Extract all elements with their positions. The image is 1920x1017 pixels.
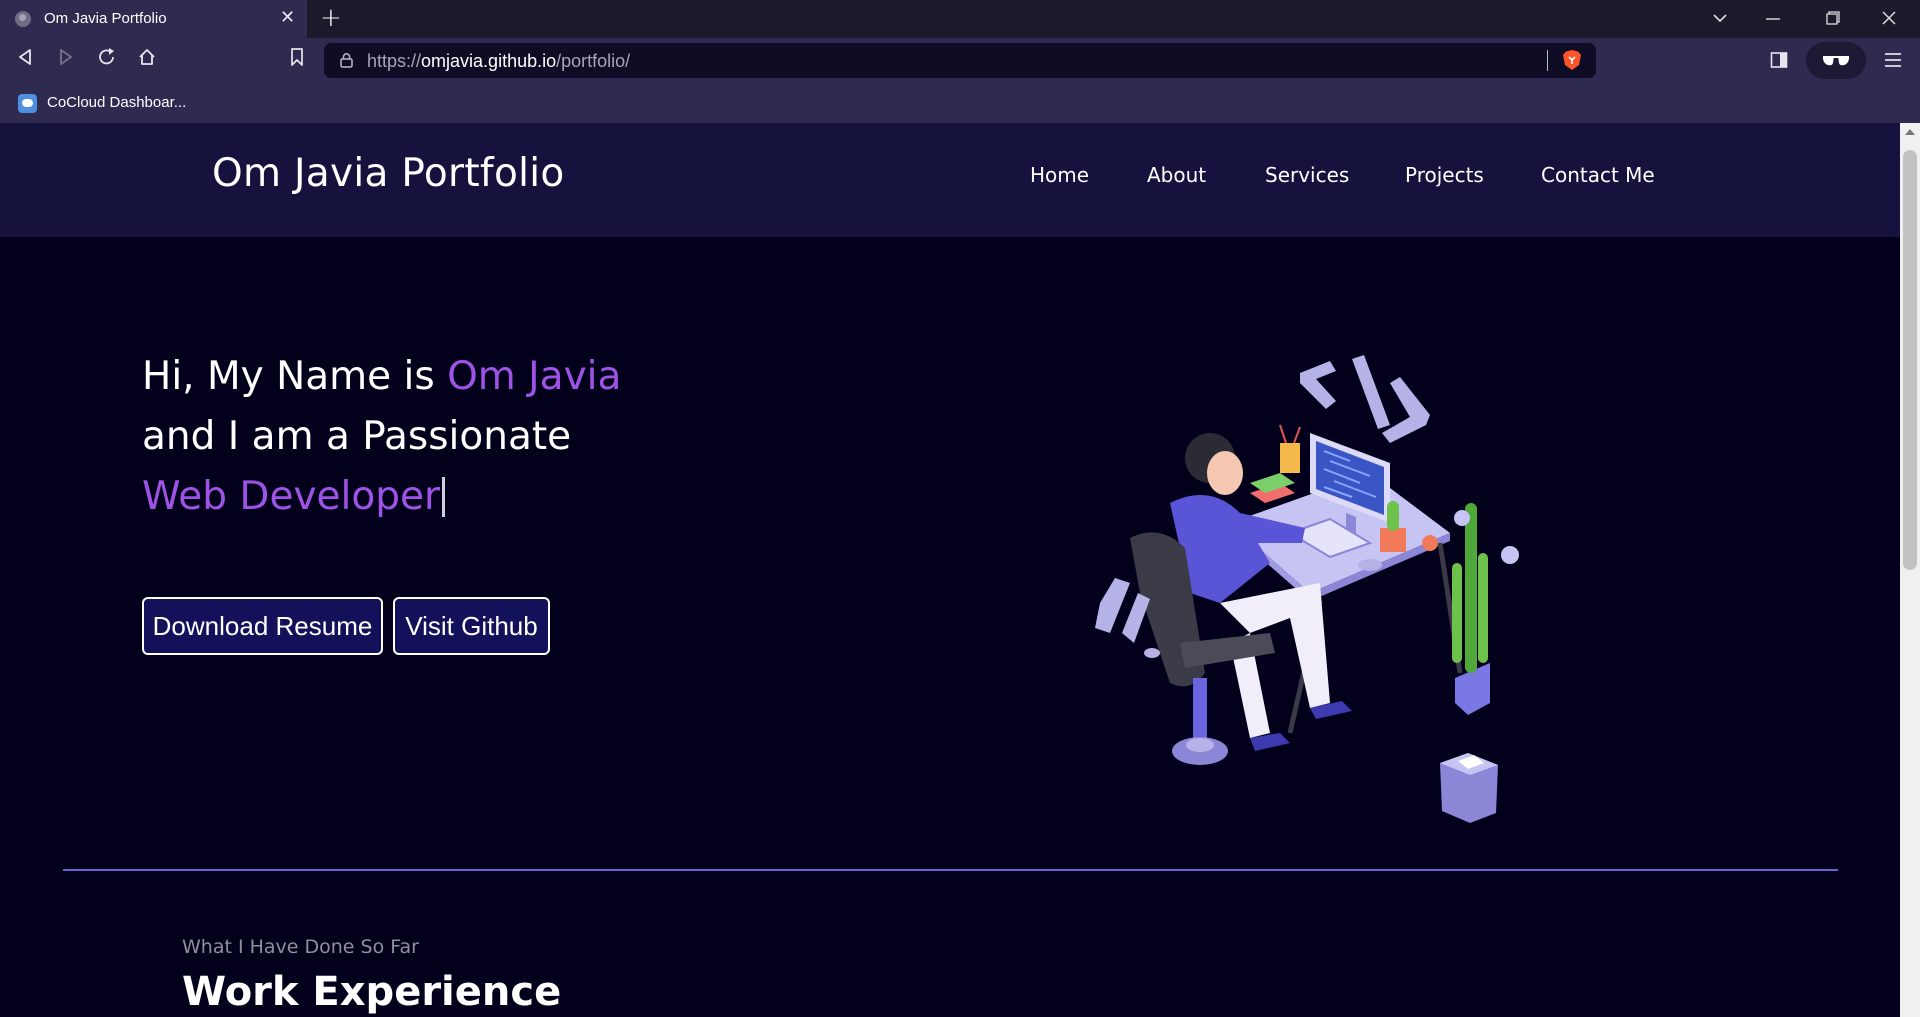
hero-line-2: and I am a Passionate	[142, 414, 572, 459]
experience-subtitle: What I Have Done So Far	[182, 936, 419, 958]
download-resume-button[interactable]: Download Resume	[142, 597, 383, 655]
brave-shields-icon[interactable]	[1562, 49, 1582, 71]
hero-line-1: Hi, My Name is Om Javia	[142, 354, 621, 399]
hero-role: Web Developer	[142, 474, 441, 519]
site-header: Om Javia Portfolio Home About Services P…	[0, 123, 1900, 237]
browser-tab-bar: Om Javia Portfolio ✕ +	[0, 0, 1920, 38]
scroll-up-arrow-icon[interactable]	[1905, 129, 1915, 135]
page-scrollbar[interactable]	[1900, 123, 1920, 1017]
minimize-icon[interactable]	[1766, 18, 1780, 20]
nav-home[interactable]: Home	[1030, 163, 1089, 187]
bookmarks-bar: CoCloud Dashboar...	[0, 84, 1920, 123]
url-path: /portfolio/	[556, 51, 631, 71]
bookmark-icon[interactable]	[288, 47, 314, 73]
nav-about[interactable]: About	[1147, 163, 1206, 187]
cup	[1358, 559, 1382, 571]
hero-name: Om Javia	[447, 354, 622, 399]
hero-greeting: Hi, My Name is	[142, 354, 448, 399]
plant	[1452, 503, 1519, 715]
home-icon[interactable]	[137, 47, 163, 73]
visit-github-button[interactable]: Visit Github	[393, 597, 550, 655]
sidebar-icon[interactable]	[1770, 51, 1788, 69]
nav-services[interactable]: Services	[1265, 163, 1349, 187]
close-window-icon[interactable]	[1882, 11, 1896, 25]
glasses-icon	[1823, 56, 1849, 66]
address-bar[interactable]: https://omjavia.github.io/portfolio/	[324, 43, 1596, 78]
globe-icon	[15, 11, 31, 27]
new-tab-button[interactable]: +	[320, 3, 342, 33]
url-text[interactable]: https://omjavia.github.io/portfolio/	[367, 51, 630, 72]
url-host: omjavia.github.io	[421, 51, 557, 71]
nav-contact[interactable]: Contact Me	[1541, 163, 1655, 187]
restore-icon[interactable]	[1826, 11, 1840, 25]
page-viewport: Om Javia Portfolio Home About Services P…	[0, 123, 1920, 1017]
forward-icon[interactable]	[57, 48, 83, 74]
back-icon[interactable]	[16, 48, 42, 74]
reader-mode-button[interactable]	[1806, 42, 1866, 79]
tab-title: Om Javia Portfolio	[44, 10, 167, 27]
scrollbar-thumb[interactable]	[1903, 150, 1917, 570]
browser-tab[interactable]: Om Javia Portfolio ✕	[0, 0, 307, 38]
address-bar-divider	[1547, 50, 1548, 71]
tab-list-chevron-icon[interactable]	[1713, 13, 1727, 23]
typing-caret	[442, 477, 446, 517]
section-divider	[63, 869, 1838, 871]
developer-illustration	[1095, 355, 1519, 823]
experience-title: Work Experience	[182, 969, 562, 1015]
cocloud-icon	[18, 94, 37, 113]
bookmark-label: CoCloud Dashboar...	[47, 94, 187, 111]
reload-icon[interactable]	[97, 47, 123, 73]
nav-projects[interactable]: Projects	[1405, 163, 1484, 187]
close-tab-icon[interactable]: ✕	[280, 7, 295, 28]
hero-line-3: Web Developer	[142, 474, 446, 519]
browser-toolbar: https://omjavia.github.io/portfolio/	[0, 38, 1920, 84]
menu-icon[interactable]	[1884, 52, 1902, 68]
books	[1250, 424, 1301, 503]
trash-bin	[1440, 753, 1498, 823]
lock-icon[interactable]	[339, 52, 354, 68]
url-scheme: https://	[367, 51, 422, 71]
code-tag-icon	[1300, 355, 1430, 443]
site-logo[interactable]: Om Javia Portfolio	[212, 151, 565, 196]
